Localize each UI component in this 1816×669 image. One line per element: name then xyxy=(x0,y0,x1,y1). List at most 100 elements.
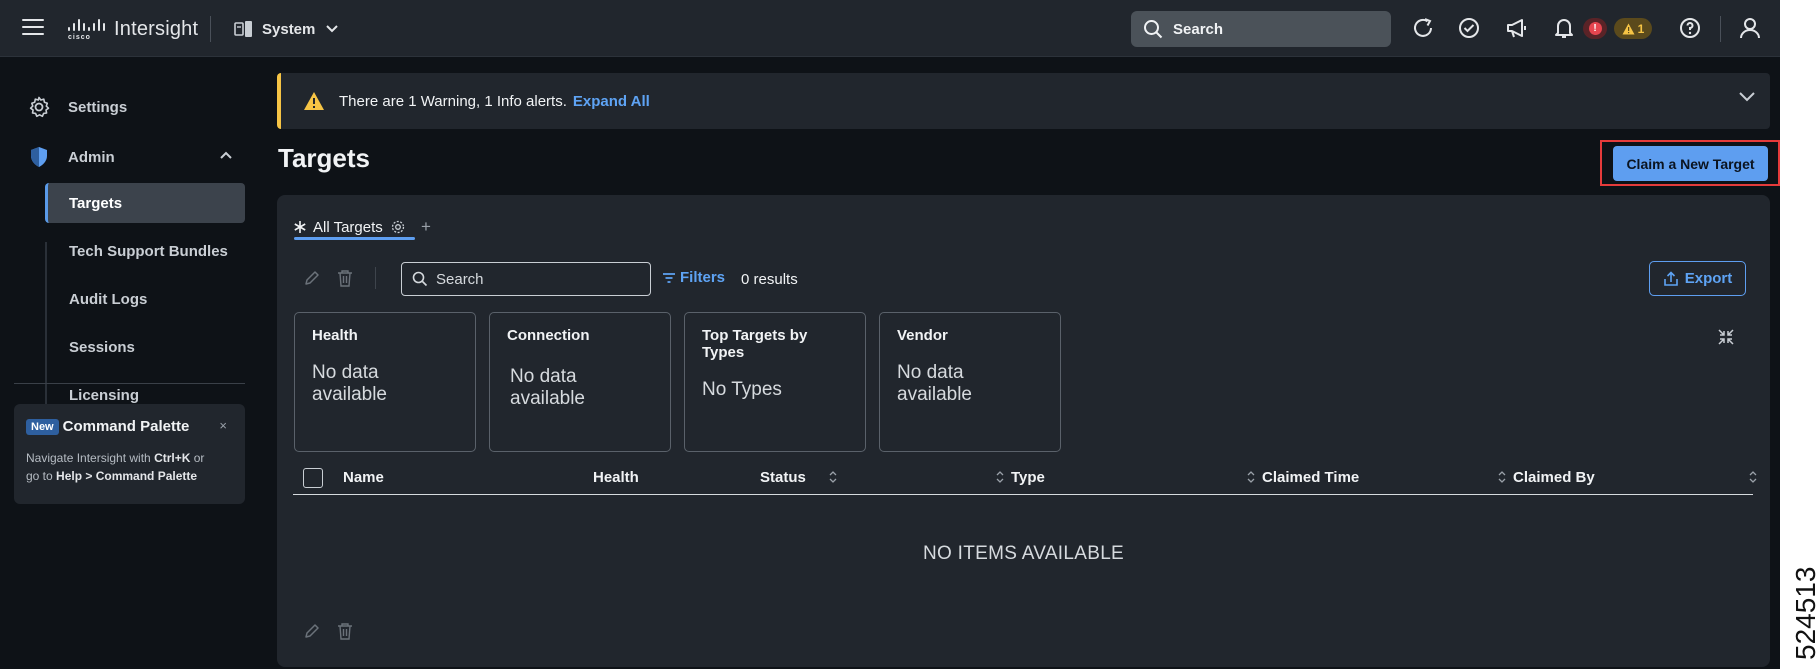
scope-selector[interactable]: System xyxy=(234,18,339,40)
delete-icon[interactable] xyxy=(337,269,353,287)
select-all-checkbox[interactable] xyxy=(303,468,323,488)
sort-icon[interactable] xyxy=(829,470,837,484)
export-button[interactable]: Export xyxy=(1649,261,1746,296)
filters-label: Filters xyxy=(680,269,726,286)
sort-icon[interactable] xyxy=(1498,470,1506,484)
delete-icon[interactable] xyxy=(337,622,353,640)
column-header-claimed-time[interactable]: Claimed Time xyxy=(1262,469,1359,486)
results-count: 0 results xyxy=(741,271,798,288)
column-header-claimed-by[interactable]: Claimed By xyxy=(1513,469,1595,486)
empty-table-message: NO ITEMS AVAILABLE xyxy=(922,543,1125,564)
sidebar-item-settings[interactable]: Settings xyxy=(28,96,127,118)
search-icon xyxy=(412,271,428,287)
card-title: Top Targets by Types xyxy=(702,327,808,361)
vendor-summary-card[interactable]: Vendor No data available xyxy=(879,312,1061,452)
column-header-name[interactable]: Name xyxy=(343,469,384,486)
export-icon xyxy=(1663,270,1678,286)
product-name: Intersight xyxy=(114,17,199,40)
warning-alert-badge[interactable]: 1 xyxy=(1614,18,1652,39)
sort-icon[interactable] xyxy=(996,470,1004,484)
cisco-logo-mark: cisco xyxy=(66,17,106,41)
command-palette-card: New Command Palette × Navigate Intersigh… xyxy=(14,404,245,504)
table-header: Name Health Status Type Claimed Time Cla… xyxy=(293,461,1757,495)
gear-icon[interactable] xyxy=(391,220,405,234)
top-targets-by-types-card[interactable]: Top Targets by Types No Types xyxy=(684,312,866,452)
tab-label: All Targets xyxy=(313,218,383,236)
help-icon[interactable] xyxy=(1678,16,1702,40)
global-search-input[interactable]: Search xyxy=(1131,11,1391,47)
new-badge: New xyxy=(26,418,59,435)
sidebar-admin-label: Admin xyxy=(68,148,115,166)
sidebar-item-targets[interactable]: Targets xyxy=(45,183,245,223)
connection-summary-card[interactable]: Connection No data available xyxy=(489,312,671,452)
card-value: No data available xyxy=(510,366,585,409)
figure-id: 524513 xyxy=(1790,566,1816,660)
logo-text: cisco xyxy=(68,34,91,41)
warning-icon xyxy=(304,92,324,110)
command-palette-title: Command Palette xyxy=(62,418,190,435)
table-search-placeholder: Search xyxy=(436,270,484,288)
claim-new-target-button[interactable]: Claim a New Target xyxy=(1613,146,1768,181)
expand-all-link[interactable]: Expand All xyxy=(573,93,650,110)
alert-text: There are 1 Warning, 1 Info alerts. xyxy=(339,92,567,110)
tab-all-targets[interactable]: All Targets xyxy=(293,215,405,239)
chevron-up-icon xyxy=(220,151,232,159)
card-title: Connection xyxy=(507,327,590,344)
sort-icon[interactable] xyxy=(1247,470,1255,484)
card-value: No data available xyxy=(897,362,972,405)
user-icon[interactable] xyxy=(1738,16,1762,40)
sidebar-divider xyxy=(14,383,245,384)
app-window: cisco Intersight System Search ! 1 Setti… xyxy=(0,0,1780,669)
asterisk-icon xyxy=(294,221,306,233)
cisco-logo[interactable]: cisco Intersight xyxy=(66,16,198,42)
megaphone-icon[interactable] xyxy=(1505,16,1529,40)
card-value: No data available xyxy=(312,362,387,405)
sidebar-item-audit-logs[interactable]: Audit Logs xyxy=(45,279,245,319)
add-tab-icon[interactable]: + xyxy=(421,217,431,237)
sidebar-item-tech-support-bundles[interactable]: Tech Support Bundles xyxy=(45,231,245,271)
warning-icon xyxy=(1622,23,1635,34)
page-title: Targets xyxy=(278,143,370,173)
filter-icon xyxy=(663,272,675,283)
targets-panel: All Targets + Search Filters 0 results E… xyxy=(277,195,1770,667)
sidebar-item-admin[interactable]: Admin xyxy=(28,146,233,168)
shield-icon xyxy=(31,147,47,167)
alert-banner: There are 1 Warning, 1 Info alerts. Expa… xyxy=(277,73,1770,129)
edit-icon[interactable] xyxy=(303,269,321,287)
health-summary-card[interactable]: Health No data available xyxy=(294,312,476,452)
topbar-separator xyxy=(1720,16,1721,42)
sidebar-item-sessions[interactable]: Sessions xyxy=(45,327,245,367)
filters-button[interactable]: Filters xyxy=(662,269,725,286)
chevron-down-icon[interactable] xyxy=(1738,91,1756,103)
search-icon xyxy=(1144,20,1163,39)
cmd-desc-path: Help > Command Palette xyxy=(56,469,198,483)
sidebar-settings-label: Settings xyxy=(68,98,128,116)
scope-label: System xyxy=(262,20,316,38)
tab-active-indicator xyxy=(294,237,415,240)
error-alert-badge[interactable]: ! xyxy=(1583,18,1607,39)
column-header-health[interactable]: Health xyxy=(593,469,639,486)
export-label: Export xyxy=(1684,270,1733,287)
requests-icon[interactable] xyxy=(1457,16,1481,40)
close-icon[interactable]: × xyxy=(219,418,227,433)
cmd-desc-shortcut: Ctrl+K xyxy=(154,451,191,465)
cmd-desc-text-2: or xyxy=(190,451,205,465)
column-header-type[interactable]: Type xyxy=(1011,469,1045,486)
table-search-input[interactable]: Search xyxy=(401,262,651,296)
card-title: Health xyxy=(312,327,358,344)
card-value: No Types xyxy=(702,379,782,400)
top-bar: cisco Intersight System Search ! 1 xyxy=(0,0,1780,57)
system-icon xyxy=(234,21,252,37)
edit-icon[interactable] xyxy=(303,622,321,640)
cmd-desc-text-3: go to xyxy=(26,469,57,483)
column-header-status[interactable]: Status xyxy=(760,469,806,486)
menu-icon[interactable] xyxy=(22,19,44,37)
warning-alert-count: 1 xyxy=(1637,21,1645,36)
collapse-icon[interactable] xyxy=(1717,328,1735,346)
bell-icon[interactable] xyxy=(1552,16,1576,40)
sort-icon[interactable] xyxy=(1749,470,1757,484)
sidebar: Settings Admin Targets Tech Support Bund… xyxy=(0,58,260,669)
topbar-divider xyxy=(210,16,211,42)
card-title: Vendor xyxy=(897,327,948,344)
refresh-icon[interactable] xyxy=(1411,16,1435,40)
